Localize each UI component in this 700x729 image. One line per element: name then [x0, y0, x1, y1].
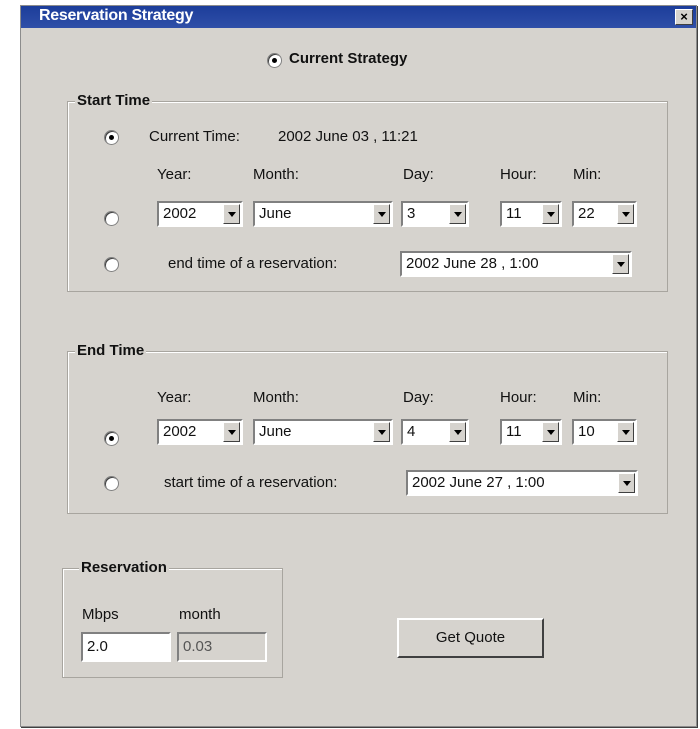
mbps-input[interactable]: 2.0: [81, 632, 171, 662]
start-year-header: Year:: [157, 166, 192, 183]
chevron-down-icon[interactable]: [618, 473, 635, 493]
start-year-select[interactable]: 2002: [157, 201, 243, 227]
start-hour-header: Hour:: [500, 166, 537, 183]
start-min-header: Min:: [573, 166, 602, 183]
end-time-legend: End Time: [75, 342, 147, 359]
end-of-reservation-label: end time of a reservation:: [168, 255, 338, 272]
chevron-down-icon[interactable]: [617, 204, 634, 224]
chevron-down-icon[interactable]: [612, 254, 629, 274]
start-month-header: Month:: [253, 166, 299, 183]
end-month-header: Month:: [253, 389, 299, 406]
current-time-label: Current Time:: [149, 128, 240, 145]
start-current-time-radio[interactable]: [104, 130, 119, 145]
end-year-header: Year:: [157, 389, 192, 406]
reservation-legend: Reservation: [79, 559, 169, 576]
end-min-header: Min:: [573, 389, 602, 406]
reservation-strategy-window: Reservation Strategy × Current Strategy …: [20, 5, 697, 727]
end-of-reservation-select[interactable]: 2002 June 28 , 1:00: [400, 251, 632, 277]
start-min-select[interactable]: 22: [572, 201, 637, 227]
chevron-down-icon[interactable]: [542, 422, 559, 442]
end-start-of-reservation-radio[interactable]: [104, 476, 119, 491]
chevron-down-icon[interactable]: [223, 204, 240, 224]
month-cost-field: 0.03: [177, 632, 267, 662]
chevron-down-icon[interactable]: [542, 204, 559, 224]
end-hour-header: Hour:: [500, 389, 537, 406]
end-day-select[interactable]: 4: [401, 419, 469, 445]
current-strategy-radio[interactable]: [267, 53, 282, 68]
end-day-header: Day:: [403, 389, 434, 406]
start-of-reservation-select[interactable]: 2002 June 27 , 1:00: [406, 470, 638, 496]
start-of-reservation-label: start time of a reservation:: [164, 474, 338, 491]
title-bar[interactable]: Reservation Strategy ×: [21, 6, 696, 28]
start-month-select[interactable]: June: [253, 201, 393, 227]
start-day-header: Day:: [403, 166, 434, 183]
start-day-select[interactable]: 3: [401, 201, 469, 227]
get-quote-button[interactable]: Get Quote: [397, 618, 544, 658]
end-hour-select[interactable]: 11: [500, 419, 562, 445]
end-min-select[interactable]: 10: [572, 419, 637, 445]
end-year-select[interactable]: 2002: [157, 419, 243, 445]
start-end-of-reservation-radio[interactable]: [104, 257, 119, 272]
month-label: month: [179, 606, 221, 623]
chevron-down-icon[interactable]: [223, 422, 240, 442]
end-month-select[interactable]: June: [253, 419, 393, 445]
chevron-down-icon[interactable]: [373, 204, 390, 224]
close-icon[interactable]: ×: [675, 9, 693, 25]
chevron-down-icon[interactable]: [449, 204, 466, 224]
start-hour-select[interactable]: 11: [500, 201, 562, 227]
start-custom-radio[interactable]: [104, 211, 119, 226]
mbps-label: Mbps: [82, 606, 119, 623]
window-title: Reservation Strategy: [39, 7, 194, 24]
start-time-legend: Start Time: [75, 92, 153, 109]
end-custom-radio[interactable]: [104, 431, 119, 446]
current-time-value: 2002 June 03 , 11:21: [278, 128, 418, 145]
chevron-down-icon[interactable]: [373, 422, 390, 442]
chevron-down-icon[interactable]: [617, 422, 634, 442]
current-strategy-label: Current Strategy: [289, 50, 408, 67]
chevron-down-icon[interactable]: [449, 422, 466, 442]
